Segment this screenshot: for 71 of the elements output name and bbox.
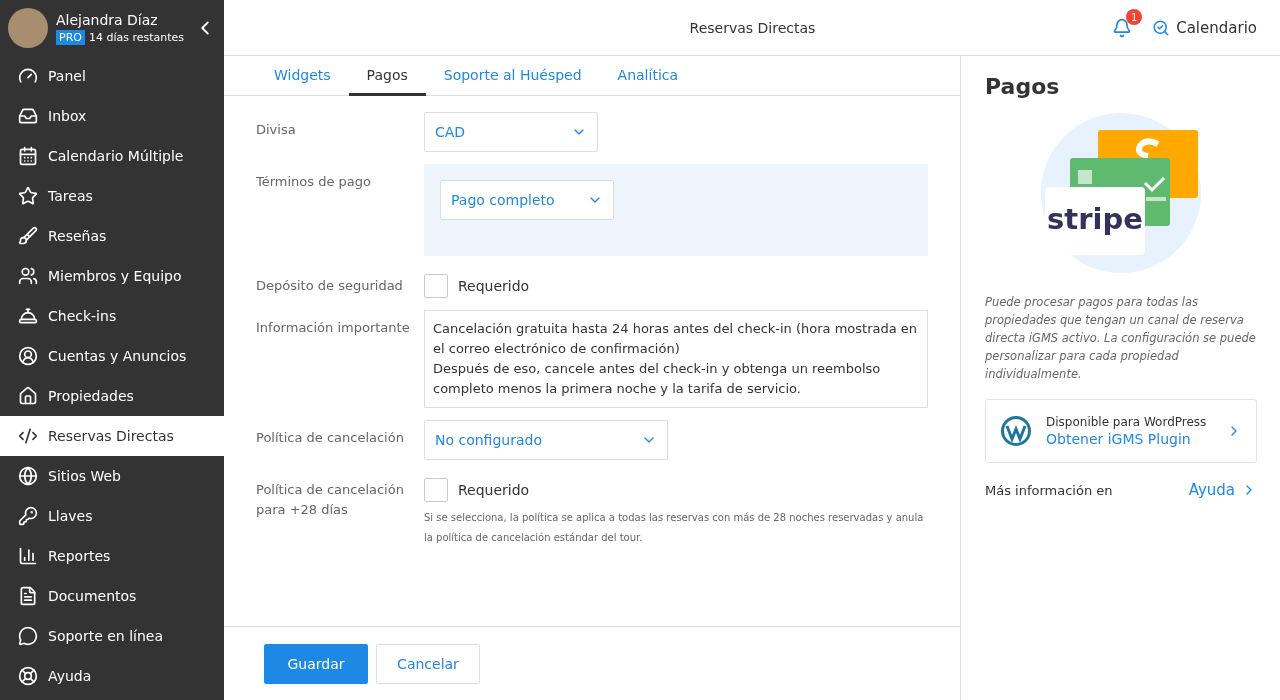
panel-title: Pagos <box>985 74 1061 99</box>
field-label: Política de cancelación <box>256 429 405 447</box>
sidebar-item[interactable]: Reservas Directas <box>0 416 224 456</box>
lifebuoy-icon <box>18 666 38 686</box>
tab[interactable]: Soporte al Huésped <box>425 56 600 96</box>
sidebar-item[interactable]: Propiedades <box>0 376 224 416</box>
logo-text: stripe <box>1047 202 1143 236</box>
field-label: Política de cancelación para +28 días <box>256 481 405 519</box>
sidebar-item[interactable]: Check-ins <box>0 296 224 336</box>
sidebar-item[interactable]: Tareas <box>0 176 224 216</box>
plugin-link[interactable]: Obtener iGMS Plugin <box>1046 431 1212 447</box>
info-textarea[interactable]: Cancelación gratuita hasta 24 horas antes del check-in (hora mostrada en el correo electrónico de confirmación) Después de eso, cancele antes del check-in y obtenga un reembolso completo menos la primera noche y la tarifa de servicio. <box>424 310 928 408</box>
sidebar-item[interactable]: Llaves <box>0 496 224 536</box>
page-title: Reservas Directas <box>689 19 816 36</box>
cancel-button[interactable]: Cancelar <box>376 643 480 684</box>
sidebar-item[interactable]: Ayuda <box>0 656 224 696</box>
globe-icon <box>18 466 38 486</box>
users-icon <box>18 266 38 286</box>
wordpress-icon <box>1000 415 1032 447</box>
sidebar-item[interactable]: Miembros y Equipo <box>0 256 224 296</box>
field-label: Depósito de seguridad <box>256 277 404 295</box>
checkbox-label: Requerido <box>458 482 530 498</box>
avatar <box>8 8 48 48</box>
document-icon <box>18 586 38 606</box>
tab[interactable]: Pagos <box>348 56 426 96</box>
field-label: Información importante <box>256 319 411 337</box>
trial-text: 14 días restantes <box>88 30 185 44</box>
user-name: Alejandra Díaz <box>56 11 159 28</box>
sidebar-item[interactable]: Panel <box>0 56 224 96</box>
plan-badge: PRO <box>56 29 85 45</box>
sidebar-item[interactable]: Inbox <box>0 96 224 136</box>
calendar-icon <box>18 146 38 166</box>
brush-icon <box>18 226 38 246</box>
gauge-icon <box>18 66 38 86</box>
plugin-card[interactable]: Disponible para WordPress Obtener iGMS Plugin <box>985 399 1257 463</box>
calendar-search-icon <box>1152 19 1171 37</box>
key-icon <box>18 506 38 526</box>
code-icon <box>18 426 38 446</box>
chat-icon <box>18 626 38 646</box>
help-link[interactable]: Ayuda <box>1188 481 1257 499</box>
notification-count: 1 <box>1126 9 1143 25</box>
hint-text: Si se selecciona, la política se aplica a todas las reservas con más de 28 noches reservadas y anula la política de cancelación estándar del tour. <box>424 511 924 545</box>
field-label: Divisa <box>256 121 297 139</box>
service-bell-icon <box>18 306 38 326</box>
sidebar-item[interactable]: Soporte en línea <box>0 616 224 656</box>
bar-chart-icon <box>18 546 38 566</box>
field-label: Términos de pago <box>256 173 373 191</box>
checkbox[interactable] <box>424 274 448 298</box>
inbox-icon <box>18 106 38 126</box>
panel-description: Puede procesar pagos para todas las propiedades que tengan un canal de reserva directa iGMS activo. La configuración se puede personalizar para cada propiedad individualmente. <box>985 294 1257 383</box>
sidebar-item[interactable]: Reportes <box>0 536 224 576</box>
sidebar-item[interactable]: Reseñas <box>0 216 224 256</box>
sidebar-item[interactable]: Documentos <box>0 576 224 616</box>
tab[interactable]: Widgets <box>256 56 349 96</box>
sidebar-item[interactable]: Cuentas y Anuncios <box>0 336 224 376</box>
more-info-label: Más información en <box>985 482 1113 498</box>
calendar-button[interactable]: Calendario <box>1152 19 1257 37</box>
checkbox[interactable] <box>424 478 448 502</box>
user-icon <box>18 346 38 366</box>
sidebar-item[interactable]: Sitios Web <box>0 456 224 496</box>
save-button[interactable]: Guardar <box>264 643 368 684</box>
sidebar-item[interactable]: Calendario Múltiple <box>0 136 224 176</box>
home-icon <box>18 386 38 406</box>
tab[interactable]: Analítica <box>599 56 697 96</box>
notifications-button[interactable] <box>1112 18 1133 38</box>
checkbox-label: Requerido <box>458 278 530 294</box>
cancellation-dropdown[interactable]: No configurado <box>424 420 668 460</box>
plugin-caption: Disponible para WordPress <box>1046 415 1208 429</box>
payment-terms-dropdown[interactable]: Pago completo <box>440 180 614 220</box>
currency-dropdown[interactable]: CAD <box>424 112 598 152</box>
star-icon <box>18 186 38 206</box>
